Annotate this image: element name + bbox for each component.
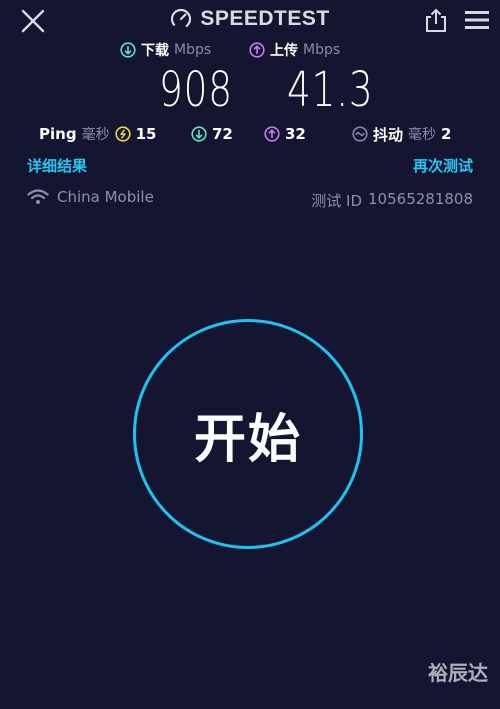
app-title: SPEEDTEST [200,7,330,30]
start-button-label: 开始 [193,409,302,470]
test-id-value: 10565281808 [368,190,473,208]
jitter-unit: 毫秒 [408,127,437,143]
jitter-value: 2 [441,125,452,143]
download-label: 下载 [141,43,169,59]
start-button[interactable]: 开始 [133,319,363,549]
hamburger-menu-icon [465,11,489,29]
download-unit: Mbps [174,42,212,58]
download-arrow-icon [191,126,207,142]
isp-info: China Mobile [27,188,154,206]
download-arrow-icon [120,42,136,58]
share-icon [426,8,446,32]
speedtest-screen: SPEEDTEST 下载 Mbps 908 上传 Mbps 41.3 Ping … [0,0,500,709]
ping-idle-value: 15 [135,125,157,143]
upload-arrow-icon [264,126,280,142]
test-again-link[interactable]: 再次测试 [413,155,473,176]
upload-label: 上传 [270,43,298,59]
latency-row: Ping 毫秒 15 72 32 抖动 毫秒 2 [0,122,500,146]
ping-unit: 毫秒 [81,127,110,143]
jitter-wave-icon [352,126,368,142]
ping-download-value: 72 [212,125,233,143]
jitter-label: 抖动 [373,125,404,144]
upload-arrow-icon [249,42,265,58]
ping-upload: 32 [264,122,306,146]
speedometer-icon [171,8,192,30]
ping-idle-icon [114,126,131,142]
ping-label: Ping [39,125,77,143]
menu-button[interactable] [464,9,490,31]
detailed-results-link[interactable]: 详细结果 [27,155,87,176]
share-button[interactable] [422,6,450,34]
download-result: 下载 Mbps 908 [120,38,270,118]
upload-speed-value: 41.3 [287,62,374,118]
ping-download: 72 [191,122,233,146]
test-id-label: 测试 ID [311,192,363,210]
wifi-icon [27,189,49,204]
upload-unit: Mbps [303,42,341,58]
test-id: 测试 ID 10565281808 [311,190,473,211]
jitter: 抖动 毫秒 2 [352,122,451,146]
isp-name: China Mobile [57,188,154,206]
upload-result: 上传 Mbps 41.3 [249,38,399,118]
download-speed-value: 908 [159,62,233,118]
ping-upload-value: 32 [285,125,306,143]
watermark-text: 裕辰达 [428,661,488,685]
ping-idle: Ping 毫秒 15 [39,122,156,146]
